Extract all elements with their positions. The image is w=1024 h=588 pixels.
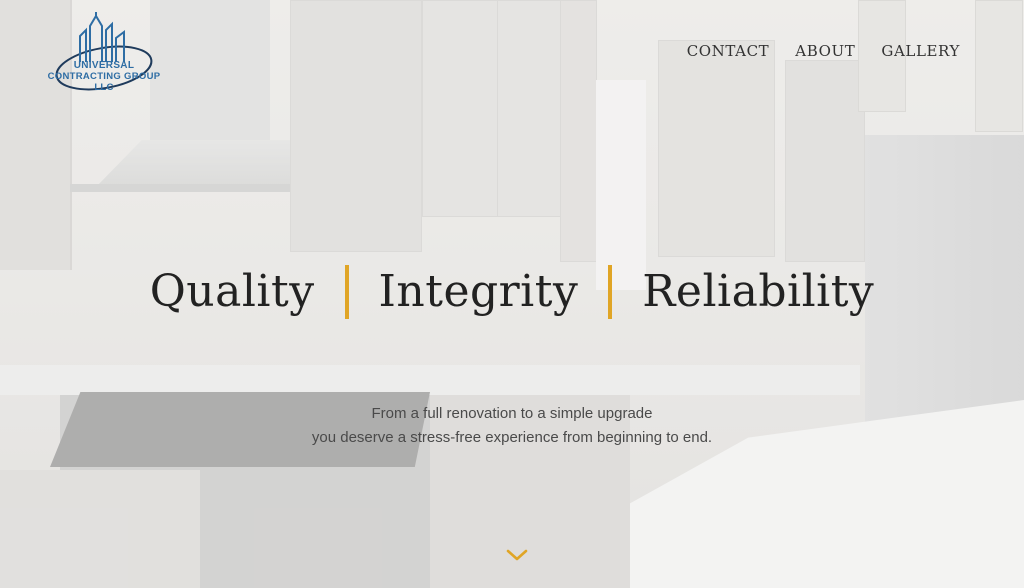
company-logo[interactable]: UNIVERSAL CONTRACTING GROUP LLC [40, 10, 168, 98]
tagline-divider [608, 265, 613, 319]
scroll-down-button[interactable] [505, 546, 529, 564]
hero-subtitle: From a full renovation to a simple upgra… [0, 402, 1024, 450]
hero-subtitle-line2: you deserve a stress-free experience fro… [311, 429, 713, 446]
hero-tagline: Quality Integrity Reliability [0, 262, 1024, 322]
hero-subtitle-line1: From a full renovation to a simple upgra… [371, 405, 653, 422]
logo-text-bottom: CONTRACTING GROUP LLC [47, 71, 161, 93]
logo-text-top: UNIVERSAL [73, 60, 135, 71]
nav-about-link[interactable]: ABOUT [795, 42, 855, 60]
tagline-integrity: Integrity [378, 266, 579, 317]
tagline-quality: Quality [149, 266, 315, 317]
main-nav: CONTACT ABOUT GALLERY [687, 42, 960, 60]
tagline-reliability: Reliability [642, 266, 875, 317]
chevron-down-icon [506, 549, 528, 561]
nav-contact-link[interactable]: CONTACT [687, 42, 770, 60]
tagline-divider [344, 265, 349, 319]
nav-gallery-link[interactable]: GALLERY [881, 42, 960, 60]
